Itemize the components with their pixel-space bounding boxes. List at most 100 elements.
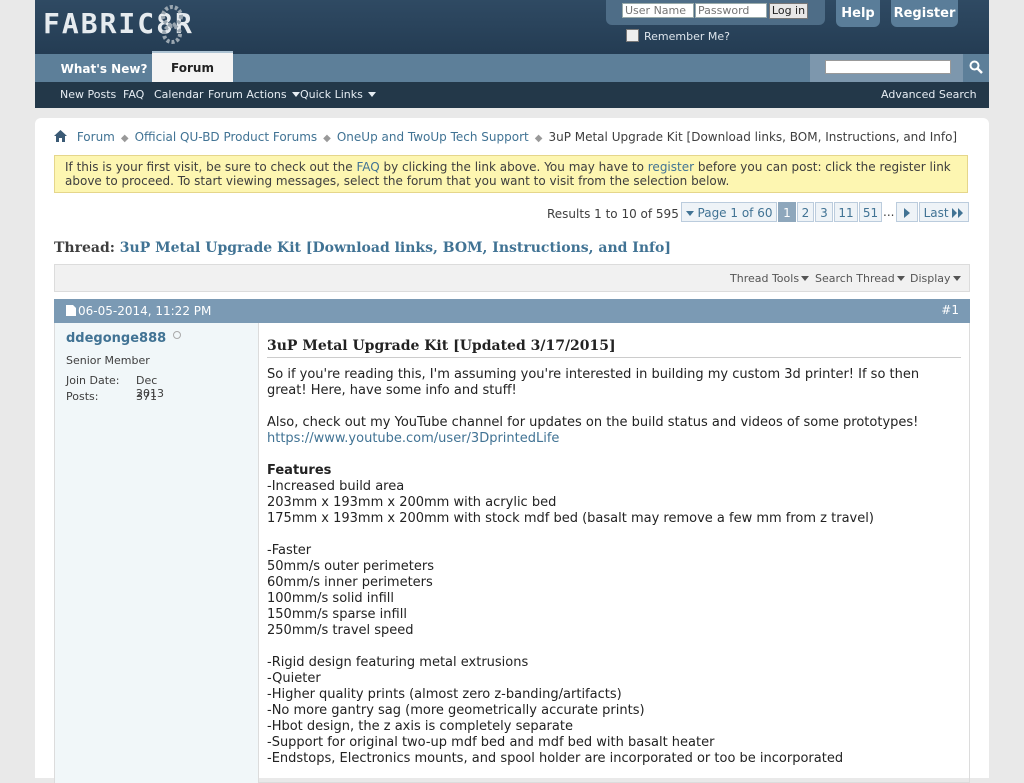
youtube-link[interactable]: https://www.youtube.com/user/3DprintedLi…	[267, 431, 961, 447]
search-thread-menu[interactable]: Search Thread	[815, 272, 905, 285]
chevron-down-icon	[685, 211, 694, 216]
post-message: So if you're reading this, I'm assuming …	[267, 367, 961, 767]
search-icon	[969, 60, 983, 74]
page-link-11[interactable]: 11	[834, 202, 858, 222]
remember-me[interactable]: Remember Me?	[626, 29, 730, 43]
remember-checkbox[interactable]	[626, 29, 639, 42]
password-input[interactable]	[695, 3, 767, 18]
tab-whats-new[interactable]: What's New?	[57, 56, 151, 82]
thread-tools-menu[interactable]: Thread Tools	[730, 272, 810, 285]
pagination-bar: Results 1 to 10 of 595 Page 1 of 60 1 2 …	[54, 202, 969, 224]
thread-title-link[interactable]: 3uP Metal Upgrade Kit [Download links, B…	[120, 240, 671, 256]
last-page-button[interactable]: Last	[919, 202, 969, 222]
tab-forum[interactable]: Forum	[152, 51, 233, 82]
posts-value: 371	[136, 390, 157, 403]
quick-search	[810, 54, 989, 82]
post-line: 203mm x 193mm x 200mm with acrylic bed	[267, 495, 557, 510]
display-menu[interactable]: Display	[910, 272, 961, 285]
offline-status-icon	[172, 331, 181, 339]
breadcrumb-separator-icon: ◆	[323, 133, 331, 144]
post-line: 60mm/s inner perimeters	[267, 575, 433, 590]
faq-link[interactable]: FAQ	[356, 160, 379, 174]
post-line: 50mm/s outer perimeters	[267, 559, 435, 574]
login-button[interactable]: Log in	[769, 3, 808, 19]
post-line: great! Here, have some info and stuff!	[267, 383, 517, 398]
post-line: -Faster	[267, 543, 312, 558]
breadcrumb-tech-support[interactable]: OneUp and TwoUp Tech Support	[337, 130, 529, 144]
register-button[interactable]: Register	[891, 0, 958, 27]
join-date-label: Join Date:	[66, 374, 120, 387]
pagination-ellipsis: ...	[883, 205, 895, 219]
post-line: 150mm/s sparse infill	[267, 607, 407, 622]
post-title: 3uP Metal Upgrade Kit [Updated 3/17/2015…	[267, 338, 961, 358]
forum-actions-menu[interactable]: Forum Actions	[208, 82, 300, 108]
results-count: Results 1 to 10 of 595	[547, 207, 679, 221]
home-icon[interactable]	[54, 130, 67, 142]
register-link[interactable]: register	[648, 160, 694, 174]
username-input[interactable]	[622, 3, 694, 18]
breadcrumb-current: 3uP Metal Upgrade Kit [Download links, B…	[548, 130, 958, 144]
post-line: Also, check out my YouTube channel for u…	[267, 415, 919, 430]
site-header: FABRIC8R Log in Remember Me? Help Regist…	[35, 0, 989, 108]
user-rank: Senior Member	[66, 354, 150, 367]
page-link-3[interactable]: 3	[815, 202, 833, 222]
login-form: Log in	[606, 0, 825, 25]
next-page-button[interactable]	[896, 202, 918, 222]
post-line: -No more gantry sag (more geometrically …	[267, 703, 645, 718]
page-link-2[interactable]: 2	[797, 202, 814, 222]
post-line: 175mm x 193mm x 200mm with stock mdf bed…	[267, 511, 874, 526]
post-line: 100mm/s solid infill	[267, 591, 395, 606]
posts-row: Posts: 371	[66, 390, 157, 403]
join-date-row: Join Date: Dec 2013	[66, 374, 164, 400]
help-button[interactable]: Help	[836, 0, 880, 27]
gear-icon	[161, 5, 183, 44]
faq-link[interactable]: FAQ	[123, 82, 144, 108]
header-top-band: FABRIC8R Log in Remember Me? Help Regist…	[35, 0, 989, 54]
quick-links-menu[interactable]: Quick Links	[300, 82, 376, 108]
page-link-1[interactable]: 1	[778, 202, 796, 222]
post-line: -Rigid design featuring metal extrusions	[267, 655, 529, 670]
post-line: -Higher quality prints (almost zero z-ba…	[267, 687, 622, 702]
page-link-51[interactable]: 51	[859, 202, 882, 222]
posts-label: Posts:	[66, 390, 99, 403]
post-number-link[interactable]: #1	[941, 303, 959, 317]
display-label: Display	[910, 272, 951, 285]
username-link[interactable]: ddegonge888	[66, 331, 181, 346]
advanced-search-link[interactable]: Advanced Search	[881, 82, 977, 108]
post-date: 06-05-2014, 11:22 PM	[66, 304, 211, 318]
document-icon	[66, 305, 76, 316]
main-navbar: What's New? Forum	[35, 51, 989, 82]
search-input[interactable]	[825, 60, 951, 74]
site-logo[interactable]: FABRIC8R	[43, 4, 243, 44]
post-line: So if you're reading this, I'm assuming …	[267, 367, 920, 382]
post-line: -Support for original two-up mdf bed and…	[267, 735, 715, 750]
first-visit-notice: If this is your first visit, be sure to …	[54, 155, 968, 193]
post-line: -Quieter	[267, 671, 321, 686]
main-content: Forum ◆ Official QU-BD Product Forums ◆ OneU…	[35, 118, 989, 783]
forum-actions-label: Forum Actions	[208, 88, 287, 101]
post-line: -Increased build area	[267, 479, 405, 494]
page-selector[interactable]: Page 1 of 60	[681, 202, 777, 222]
breadcrumb-separator-icon: ◆	[120, 133, 129, 144]
breadcrumb-forum[interactable]: Forum	[77, 130, 115, 144]
search-button[interactable]	[963, 54, 989, 82]
new-posts-link[interactable]: New Posts	[60, 82, 116, 108]
username-text: ddegonge888	[66, 331, 167, 346]
remember-label: Remember Me?	[644, 30, 730, 43]
post-body: ddegonge888 Senior Member Join Date: Dec…	[54, 323, 970, 783]
user-info-panel: ddegonge888 Senior Member Join Date: Dec…	[55, 323, 259, 783]
thread-tools-label: Thread Tools	[730, 272, 800, 285]
post-header: 06-05-2014, 11:22 PM #1	[54, 299, 970, 323]
chevron-down-icon	[801, 276, 810, 281]
post-date-text: 06-05-2014, 11:22 PM	[78, 304, 212, 318]
quick-links-label: Quick Links	[300, 88, 363, 101]
notice-text: If this is your first visit, be sure to …	[65, 160, 357, 174]
sub-navbar: New Posts FAQ Calendar Forum Actions Qui…	[35, 82, 989, 108]
calendar-link[interactable]: Calendar	[154, 82, 203, 108]
breadcrumb-qubd-forums[interactable]: Official QU-BD Product Forums	[135, 130, 318, 144]
chevron-down-icon	[367, 92, 376, 97]
post-line: -Hbot design, the z axis is completely s…	[267, 719, 573, 734]
